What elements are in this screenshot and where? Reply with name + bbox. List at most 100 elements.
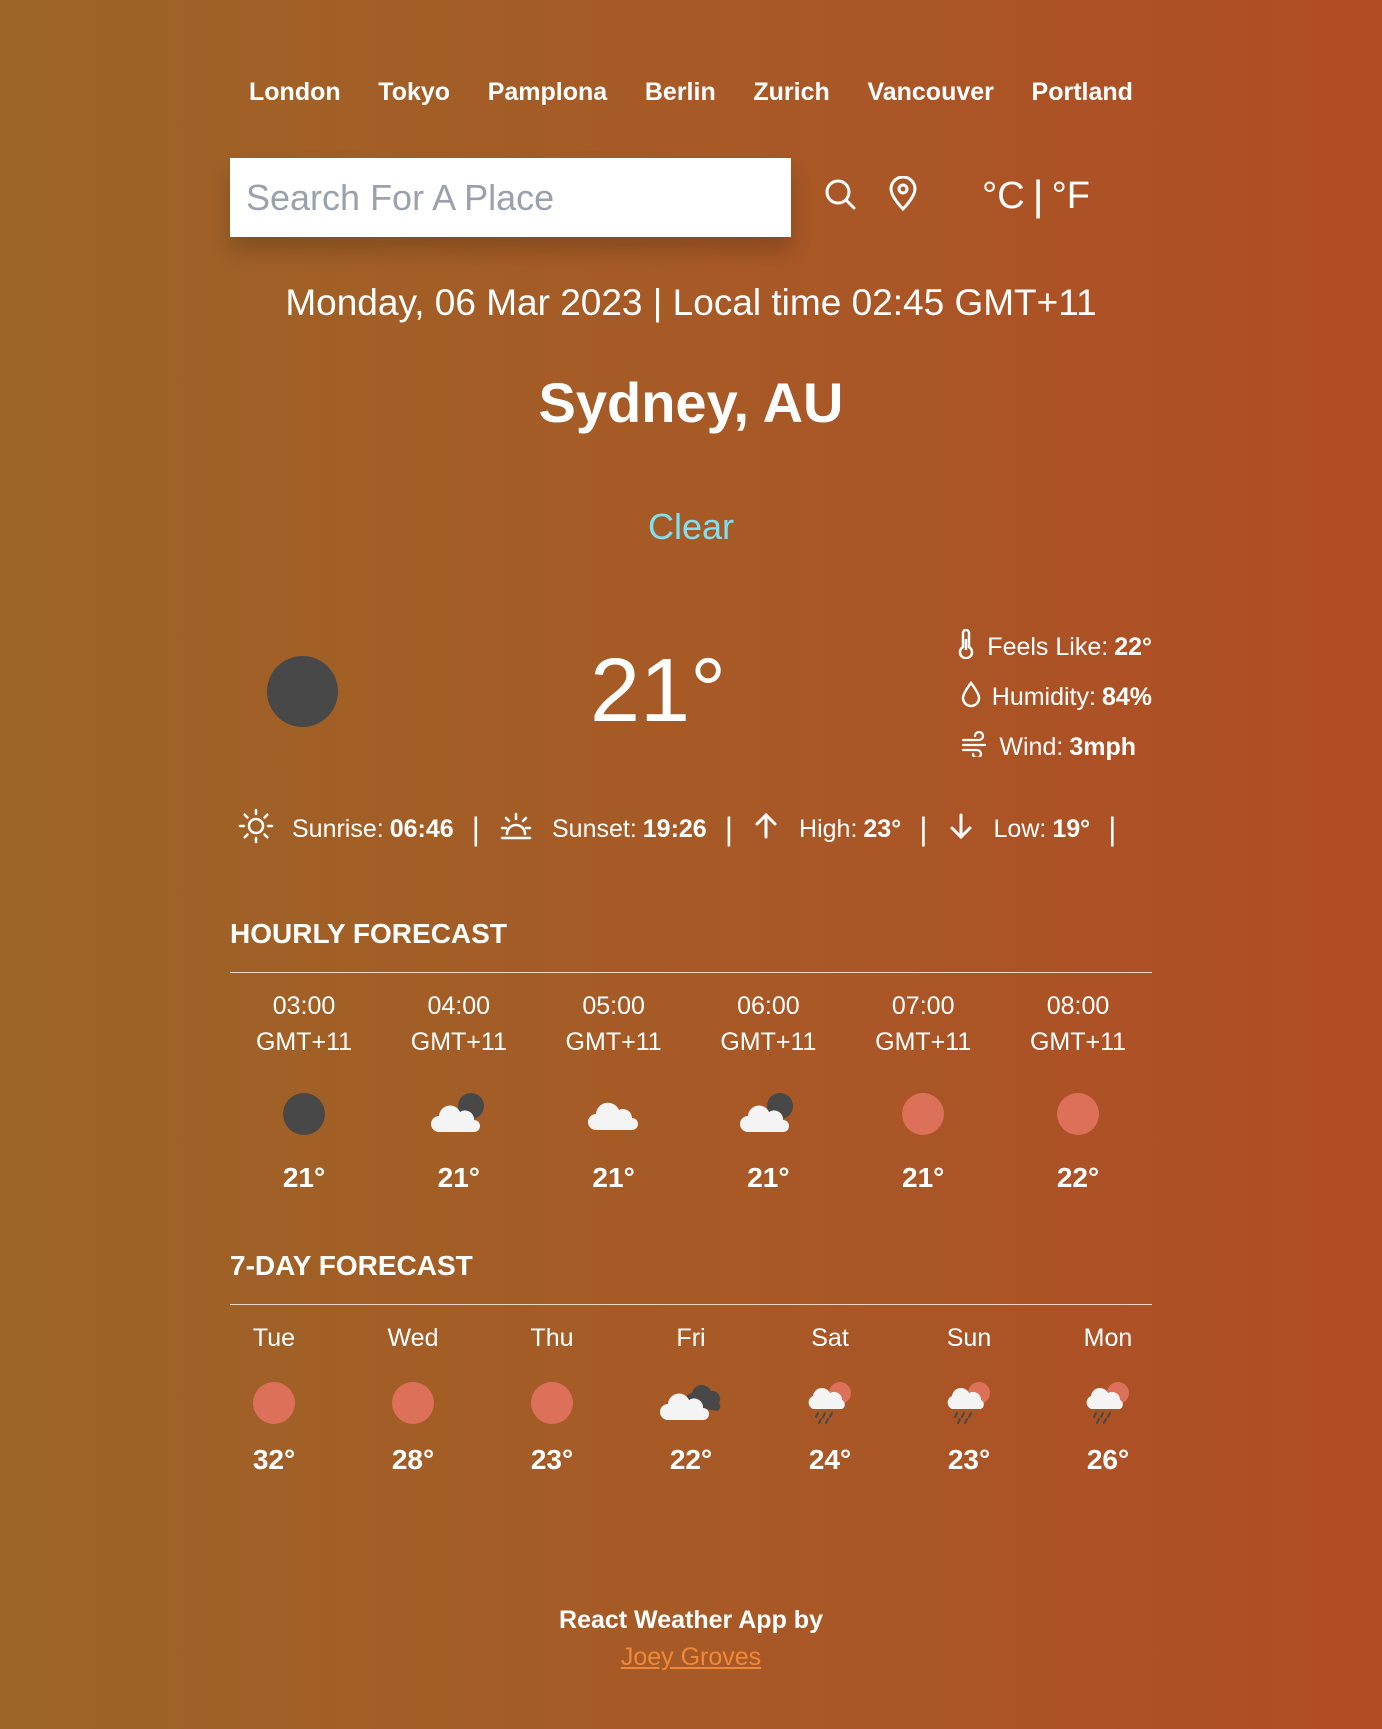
sun-icon	[531, 1382, 573, 1424]
humidity-row: Humidity: 84%	[922, 672, 1152, 722]
daily-item: Mon 26°	[1064, 1320, 1152, 1476]
location-title: Sydney, AU	[538, 371, 844, 434]
rain-sun-icon	[947, 1382, 990, 1424]
sunset-item: Sunset: 19:26	[498, 808, 707, 851]
wind-label: Wind:	[999, 732, 1064, 761]
day-name: Mon	[1083, 1324, 1133, 1352]
daily-forecast: Tue 32° Wed 28° Thu 23° Fri 22° Sat 24°	[230, 1320, 1152, 1476]
sun-icon	[902, 1093, 945, 1135]
humidity-value: 84%	[1101, 682, 1152, 711]
city-link-tokyo[interactable]: Tokyo	[378, 78, 450, 107]
hour-time: 07:00	[891, 992, 955, 1020]
day-name: Sat	[811, 1324, 849, 1352]
search-input[interactable]	[230, 158, 791, 237]
day-name: Wed	[387, 1324, 439, 1352]
hourly-item: 04:00 GMT+11 21°	[399, 988, 519, 1194]
divider: |	[919, 811, 928, 847]
feels-like-row: Feels Like: 22°	[922, 622, 1152, 672]
cloud-moon-icon	[740, 1093, 794, 1132]
daily-divider	[230, 1304, 1152, 1305]
footer: React Weather App by Joey Groves	[230, 1606, 1152, 1672]
day-name: Tue	[252, 1324, 296, 1352]
location-pin-icon[interactable]	[886, 175, 926, 216]
high-item: High: 23°	[751, 811, 901, 848]
daily-item: Wed 28°	[369, 1320, 457, 1476]
sun-icon	[253, 1382, 295, 1424]
city-link-portland[interactable]: Portland	[1032, 78, 1133, 107]
hour-temp: 21°	[747, 1162, 790, 1193]
day-name: Fri	[676, 1324, 706, 1352]
cloud-moon-icon	[430, 1093, 484, 1132]
daily-item: Sun 23°	[925, 1320, 1013, 1476]
humidity-label: Humidity:	[991, 682, 1096, 711]
hour-zone: GMT+11	[720, 1028, 817, 1056]
moon-icon	[267, 656, 338, 727]
feels-like-value: 22°	[1114, 632, 1152, 661]
sunset-value: 19:26	[642, 815, 707, 843]
city-link-pamplona[interactable]: Pamplona	[488, 78, 607, 107]
city-link-zurich[interactable]: Zurich	[753, 78, 829, 107]
rain-sun-icon	[808, 1382, 851, 1424]
hour-zone: GMT+11	[410, 1028, 507, 1056]
city-link-london[interactable]: London	[249, 78, 341, 107]
fahrenheit-button[interactable]: °F	[1052, 175, 1090, 218]
unit-separator: |	[1032, 172, 1044, 219]
hour-temp: 22°	[1056, 1162, 1100, 1193]
hourly-item: 07:00 GMT+11 21°	[863, 988, 983, 1194]
rain-sun-icon	[1086, 1382, 1129, 1424]
hourly-forecast: 03:00 GMT+11 21° 04:00 GMT+11 21° 05:00 …	[230, 988, 1152, 1194]
daily-item: Thu 23°	[508, 1320, 596, 1476]
sun-high-low-line: Sunrise: 06:46 | Sunset: 19:26 | High: 2…	[238, 808, 1152, 851]
hourly-item: 03:00 GMT+11 21°	[244, 988, 364, 1194]
hour-temp: 21°	[437, 1162, 480, 1193]
day-temp: 23°	[947, 1444, 991, 1475]
daily-item: Sat 24°	[786, 1320, 874, 1476]
arrow-down-icon	[946, 811, 994, 848]
date-time-line: Monday, 06 Mar 2023 | Local time 02:45 G…	[285, 282, 1097, 323]
hourly-item: 06:00 GMT+11 21°	[708, 988, 828, 1194]
city-link-vancouver[interactable]: Vancouver	[867, 78, 993, 107]
current-details: Feels Like: 22° Humidity: 84% Wind: 3mph	[922, 622, 1152, 772]
arrow-up-icon	[751, 811, 799, 848]
low-value: 19°	[1052, 815, 1091, 843]
thermometer-icon	[955, 628, 987, 666]
hour-temp: 21°	[902, 1162, 945, 1193]
hour-time: 08:00	[1046, 992, 1110, 1020]
hour-zone: GMT+11	[875, 1028, 972, 1056]
day-temp: 32°	[252, 1444, 296, 1475]
low-item: Low: 19°	[946, 811, 1091, 848]
wind-row: Wind: 3mph	[922, 722, 1152, 772]
celsius-button[interactable]: °C	[982, 175, 1025, 218]
high-label: High:	[799, 815, 858, 843]
hourly-item: 05:00 GMT+11 21°	[554, 988, 674, 1194]
divider: |	[1108, 811, 1117, 847]
hour-temp: 21°	[282, 1162, 326, 1193]
author-link[interactable]: Joey Groves	[230, 1643, 1152, 1672]
sunset-icon	[498, 808, 552, 851]
weather-condition: Clear	[647, 506, 735, 547]
hour-zone: GMT+11	[1029, 1028, 1127, 1056]
hour-zone: GMT+11	[255, 1028, 353, 1056]
hourly-divider	[230, 972, 1152, 973]
hour-zone: GMT+11	[565, 1028, 662, 1056]
city-link-berlin[interactable]: Berlin	[645, 78, 716, 107]
hour-time: 06:00	[737, 992, 800, 1020]
dark-clouds-icon	[660, 1384, 721, 1420]
day-temp: 24°	[808, 1444, 852, 1475]
droplet-icon	[960, 680, 992, 715]
sunrise-item: Sunrise: 06:46	[238, 808, 454, 851]
wind-value: 3mph	[1069, 732, 1136, 761]
footer-text: React Weather App by	[559, 1606, 823, 1634]
sunset-label: Sunset:	[551, 815, 637, 843]
daily-forecast-title: 7-DAY FORECAST	[230, 1250, 473, 1281]
hour-time: 04:00	[427, 992, 491, 1020]
city-links: London Tokyo Pamplona Berlin Zurich Vanc…	[230, 78, 1152, 107]
hour-time: 03:00	[272, 992, 336, 1020]
hour-temp: 21°	[592, 1162, 635, 1193]
day-temp: 26°	[1086, 1444, 1130, 1475]
hour-time: 05:00	[582, 992, 645, 1020]
divider: |	[724, 811, 734, 847]
search-icon[interactable]	[822, 176, 862, 216]
wind-icon	[961, 730, 999, 764]
search-row: °C | °F	[230, 158, 1152, 238]
